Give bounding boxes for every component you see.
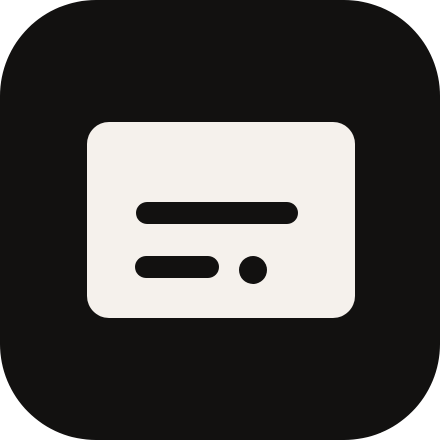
status-dot xyxy=(239,256,267,284)
card-list-icon xyxy=(87,122,355,318)
text-line-long xyxy=(136,202,298,224)
text-line-short xyxy=(135,256,219,278)
app-icon[interactable] xyxy=(0,0,440,440)
